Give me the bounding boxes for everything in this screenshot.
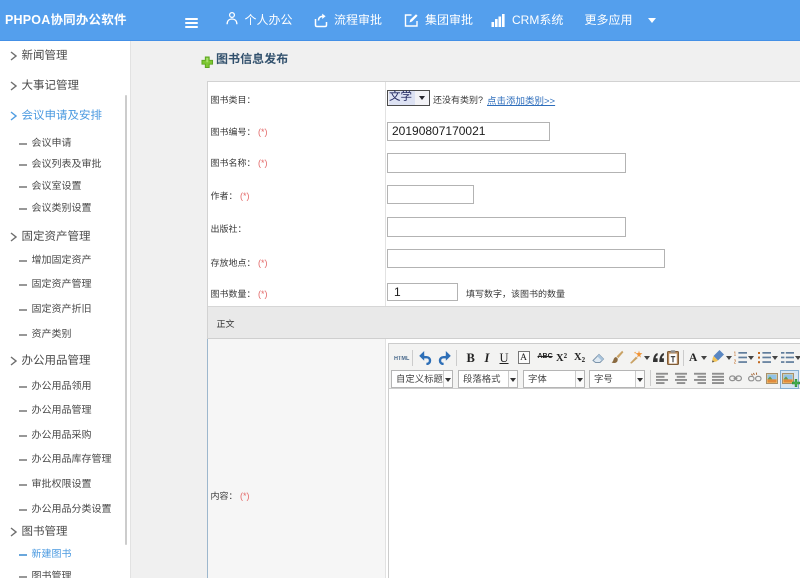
svg-text:2: 2	[734, 360, 737, 364]
svg-text:1: 1	[734, 352, 737, 358]
